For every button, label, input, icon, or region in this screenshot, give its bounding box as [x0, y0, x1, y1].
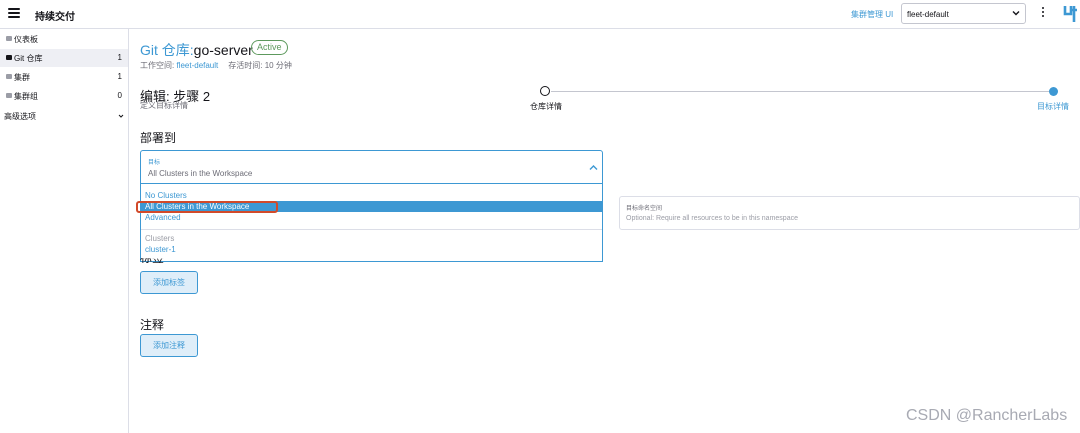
sidebar-advanced-toggle[interactable]: 高级选项	[4, 111, 36, 122]
option-cluster-1[interactable]: cluster-1	[141, 244, 602, 255]
target-select-value: All Clusters in the Workspace	[148, 169, 253, 178]
age-text: 存活时间: 10 分钟	[228, 61, 292, 70]
annotations-heading: 注释	[140, 318, 165, 332]
sidebar-item-dashboard[interactable]: 仪表板	[0, 30, 128, 48]
stepper-line	[551, 91, 1049, 92]
chevron-down-icon	[118, 114, 124, 118]
sidebar-item-count: 1	[117, 53, 122, 62]
target-namespace-field[interactable]: 目标命名空间 Optional: Require all resources t…	[619, 196, 1080, 230]
fleet-logo-icon	[1063, 6, 1077, 22]
workspace-link[interactable]: fleet-default	[176, 61, 218, 70]
target-select-label: 目标	[148, 160, 161, 166]
cluster-manager-link[interactable]: 集群管理 UI	[851, 9, 893, 20]
repo-name: go-server	[193, 42, 253, 58]
step-2-indicator[interactable]	[1049, 87, 1058, 96]
sidebar-item-count: 0	[117, 91, 122, 100]
folder-icon	[6, 93, 12, 98]
chevron-up-icon	[589, 165, 598, 170]
step-2-label[interactable]: 目标详情	[1037, 101, 1069, 112]
page-title: Git 仓库:go-server	[140, 40, 253, 60]
status-badge: Active	[251, 40, 288, 55]
step-1-indicator[interactable]	[540, 86, 550, 96]
sidebar-item-label: 仪表板	[14, 35, 38, 44]
highlight-annotation	[136, 201, 278, 213]
sidebar-item-cluster-groups[interactable]: 集群组 0	[0, 87, 128, 105]
deploy-to-heading: 部署到	[140, 131, 177, 145]
sidebar-item-label: 集群组	[14, 92, 38, 101]
top-bar: 持续交付 集群管理 UI fleet-default	[0, 0, 1080, 29]
folder-icon	[6, 36, 12, 41]
sidebar-item-label: Git 仓库	[14, 54, 43, 63]
chevron-down-icon	[1012, 11, 1020, 16]
dropdown-divider	[141, 229, 602, 230]
repo-meta: 工作空间: fleet-default 存活时间: 10 分钟	[140, 60, 292, 71]
option-no-clusters[interactable]: No Clusters	[141, 190, 602, 201]
sidebar-item-clusters[interactable]: 集群 1	[0, 68, 128, 86]
add-label-button[interactable]: 添加标签	[140, 271, 198, 294]
step-subtitle: 定义目标详情	[140, 101, 188, 110]
app-title: 持续交付	[35, 12, 75, 23]
add-annotation-button[interactable]: 添加注释	[140, 334, 198, 357]
target-namespace-placeholder: Optional: Require all resources to be in…	[626, 215, 798, 222]
target-namespace-label: 目标命名空间	[626, 206, 663, 212]
target-dropdown-menu: No Clusters All Clusters in the Workspac…	[140, 184, 603, 262]
step-1-label[interactable]: 仓库详情	[530, 101, 562, 112]
page-title-prefix: Git 仓库:	[140, 42, 194, 58]
more-options-icon[interactable]	[1040, 7, 1046, 21]
folder-icon	[6, 74, 12, 79]
workspace-select[interactable]: fleet-default	[901, 3, 1026, 24]
folder-icon	[6, 55, 12, 60]
sidebar-item-count: 1	[117, 72, 122, 81]
labels-heading: 标签	[140, 258, 164, 264]
sidebar-item-git-repos[interactable]: Git 仓库 1	[0, 49, 128, 67]
sidebar: 仪表板 Git 仓库 1 集群 1 集群组 0 高级选项	[0, 29, 129, 433]
workspace-select-value: fleet-default	[907, 10, 949, 19]
watermark: CSDN @RancherLabs	[906, 407, 1068, 424]
sidebar-item-label: 集群	[14, 73, 30, 82]
option-group-clusters-label: Clusters	[145, 234, 175, 243]
workspace-label: 工作空间:	[140, 61, 177, 70]
target-select[interactable]: 目标 All Clusters in the Workspace	[140, 150, 603, 184]
option-advanced[interactable]: Advanced	[141, 212, 602, 223]
menu-icon[interactable]	[8, 8, 20, 18]
